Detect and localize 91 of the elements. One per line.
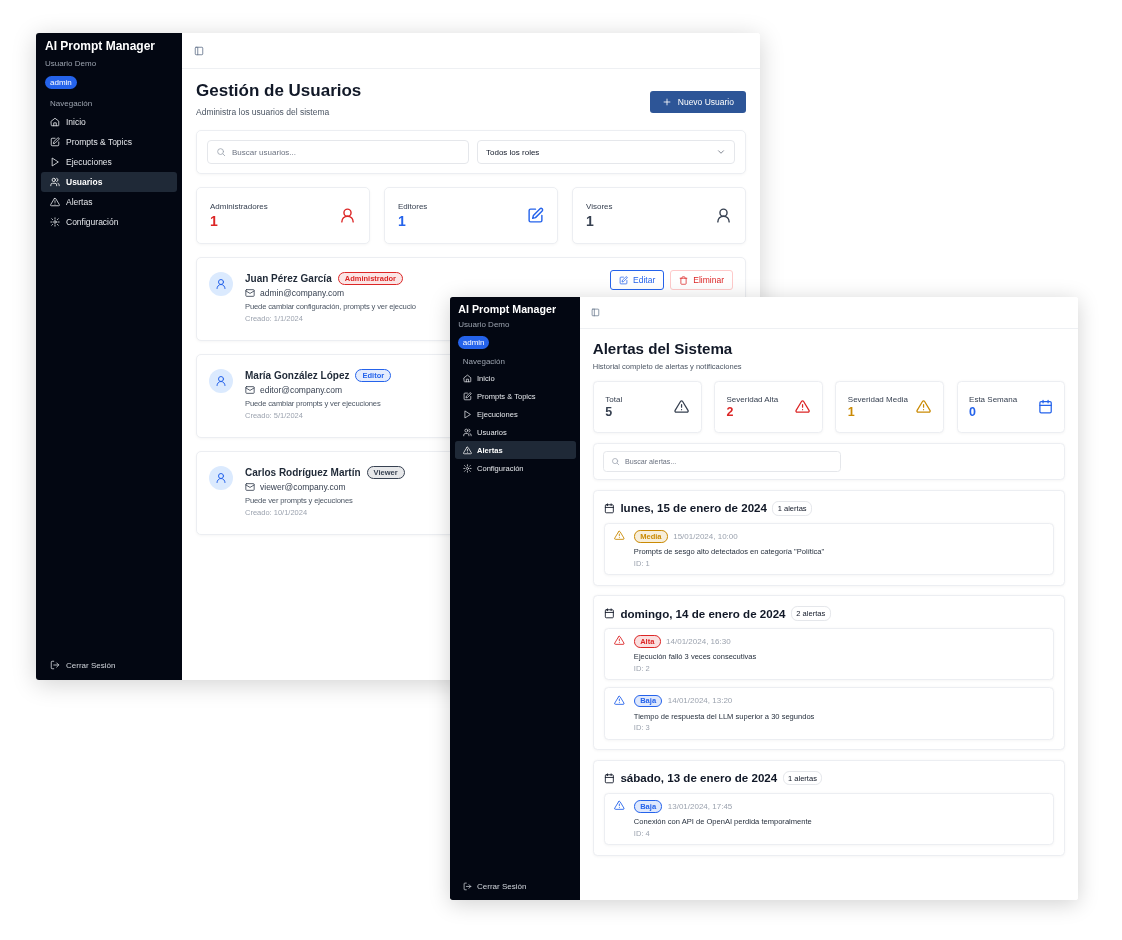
user-name: Usuario Demo (45, 59, 98, 68)
edit-icon (50, 137, 60, 147)
nav-item[interactable]: Prompts & Topics (41, 132, 177, 152)
warning-icon (614, 529, 625, 541)
page-title: Gestión de Usuarios (196, 81, 362, 101)
group-date: domingo, 14 de enero de 2024 (620, 607, 786, 620)
stat-value: 5 (605, 405, 614, 420)
stat-label: Severidad Alta (726, 394, 779, 404)
warning-icon (614, 694, 625, 706)
alert-time: 14/01/2024, 13:20 (667, 696, 733, 706)
calendar-icon (604, 502, 616, 514)
logout-link[interactable]: Cerrar Sesión (454, 881, 576, 891)
alert-time: 13/01/2024, 17:45 (667, 801, 733, 811)
search-icon (610, 457, 620, 466)
warning-icon (614, 799, 625, 811)
role-badge: admin (458, 336, 489, 349)
warning-icon (50, 197, 60, 207)
alert-time: 15/01/2024, 10:00 (673, 531, 738, 541)
stat-value: 1 (586, 213, 595, 229)
user-name: Carlos Rodríguez Martín (245, 467, 361, 478)
stat-value: 2 (726, 405, 735, 420)
nav-heading: Navegación (462, 357, 506, 367)
edit-icon (619, 275, 629, 285)
nav-heading: Navegación (50, 99, 94, 108)
plus-icon (661, 97, 672, 107)
nav-item[interactable]: Inicio (41, 112, 177, 132)
users-icon (462, 428, 472, 437)
stat-value: 1 (210, 213, 219, 229)
stat-label: Severidad Media (847, 394, 908, 404)
stat-value: 1 (847, 405, 856, 420)
stat-label: Visores (586, 202, 613, 211)
user-name: Juan Pérez García (245, 273, 332, 284)
nav-item[interactable]: Ejecuciones (41, 152, 177, 172)
search-icon (216, 147, 226, 157)
play-icon (462, 410, 472, 420)
nav-item[interactable]: Configuración (41, 212, 177, 232)
app-title: AI Prompt Manager (45, 39, 156, 53)
delete-button[interactable]: Eliminar (670, 270, 733, 290)
page-title: Alertas del Sistema (592, 340, 734, 358)
user-email: admin@company.com (260, 288, 345, 298)
role-dropdown[interactable]: Todos los roles (477, 140, 735, 164)
stat-label: Administradores (210, 202, 268, 211)
user-icon (215, 472, 227, 484)
app-title: AI Prompt Manager (458, 302, 558, 315)
page-subtitle: Administra los usuarios del sistema (196, 107, 331, 117)
stat-label: Editores (398, 202, 428, 211)
search-field[interactable]: Buscar usuarios... (207, 140, 469, 164)
new-user-button[interactable]: Nuevo Usuario (649, 91, 746, 113)
logout-icon (462, 881, 472, 891)
user-icon (339, 207, 356, 224)
calendar-icon (1037, 399, 1053, 415)
group-date: lunes, 15 de enero de 2024 (620, 502, 767, 515)
home-icon (462, 374, 472, 384)
alert-time: 14/01/2024, 16:30 (666, 637, 731, 646)
warning-icon (462, 445, 472, 455)
mail-icon (245, 288, 255, 298)
stat-value: 0 (969, 405, 977, 420)
warning-icon (916, 399, 932, 415)
nav-item[interactable]: Usuarios (41, 172, 177, 192)
user-email: editor@company.com (260, 385, 343, 395)
logout-icon (50, 660, 60, 670)
user-icon (215, 375, 227, 387)
mail-icon (245, 482, 255, 492)
warning-icon (673, 399, 689, 415)
warning-icon (795, 399, 811, 415)
role-badge: admin (45, 76, 77, 89)
users-icon (50, 177, 60, 187)
calendar-icon (604, 608, 616, 619)
mail-icon (245, 385, 255, 395)
user-icon (215, 278, 227, 290)
panel-icon (194, 45, 204, 56)
edit-button[interactable]: Editar (610, 270, 665, 290)
stat-label: Esta Semana (969, 394, 1018, 404)
panel-icon (590, 308, 600, 318)
user-email: viewer@company.com (260, 482, 346, 492)
user-icon (715, 207, 732, 224)
warning-icon (614, 635, 625, 646)
edit-icon (527, 207, 544, 224)
play-icon (50, 157, 60, 167)
edit-icon (462, 392, 472, 402)
logout-link[interactable]: Cerrar Sesión (41, 660, 177, 670)
stat-label: Total (605, 394, 623, 404)
chevron-icon (716, 147, 726, 157)
stat-value: 1 (398, 213, 407, 229)
calendar-icon (604, 772, 616, 784)
user-name: María González López (245, 370, 350, 381)
trash-icon (679, 275, 689, 285)
home-icon (50, 117, 60, 127)
user-name: Usuario Demo (458, 319, 511, 329)
group-date: sábado, 13 de enero de 2024 (620, 772, 778, 785)
nav-item[interactable]: Alertas (41, 192, 177, 212)
